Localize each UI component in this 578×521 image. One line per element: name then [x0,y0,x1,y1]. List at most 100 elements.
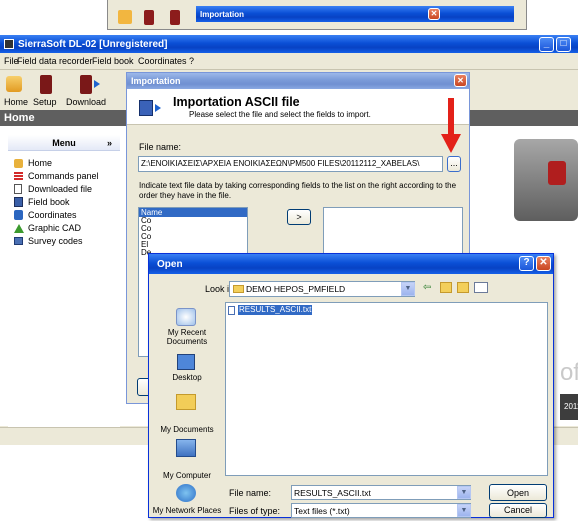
my-documents-icon [176,394,196,410]
open-button[interactable]: Open [489,484,547,501]
browse-button[interactable]: ... [447,156,461,172]
toolbar-setup[interactable]: Setup [33,97,57,107]
book-icon [14,197,23,207]
sidebar-item-coordinates[interactable]: Coordinates [14,209,114,222]
places-bar: My Recent Documents Desktop My Documents… [152,304,222,516]
back-icon[interactable]: ⇦ [423,283,435,293]
maximize-button[interactable]: □ [556,37,571,52]
list-icon [14,172,23,181]
background-window: Importation ✕ [107,0,527,30]
file-name-input[interactable]: RESULTS_ASCII.txt [291,485,471,500]
arrow-head [441,134,461,153]
file-name-dropdown-icon[interactable]: ▼ [457,486,471,499]
place-network-places[interactable]: My Network Places [152,484,222,516]
sidebar-item-home[interactable]: Home [14,157,114,170]
place-label: My Network Places [152,506,222,515]
sidebar-item-survey-codes[interactable]: Survey codes [14,235,114,248]
menu-bar: File Field data recorder Field book Coor… [0,54,578,68]
up-folder-icon[interactable] [440,282,452,293]
help-button[interactable]: ? [519,256,534,271]
open-title: Open [157,258,183,270]
sidebar-item-commands-panel[interactable]: Commands panel [14,170,114,183]
footer-year: 2011 [564,402,578,411]
my-computer-icon [176,439,196,457]
toolbar-home[interactable]: Home [4,97,28,107]
sidebar-title: Menu [52,138,76,148]
download-icon[interactable] [80,75,92,94]
download-icon [170,10,180,25]
list-item[interactable]: Name [139,208,247,217]
home-icon [14,159,23,168]
main-title-bar[interactable]: SierraSoft DL-02 [Unregistered] [0,35,578,53]
recent-documents-icon [176,308,196,326]
file-type-dropdown-icon[interactable]: ▼ [457,504,471,517]
list-item[interactable]: El [139,241,247,249]
sidebar-item-graphic-cad[interactable]: Graphic CAD [14,222,114,235]
place-desktop[interactable]: Desktop [152,352,222,386]
app-icon [4,39,14,49]
place-my-documents[interactable]: My Documents [152,392,222,434]
sidebar-item-label: Survey codes [28,236,83,246]
toolbar-download[interactable]: Download [66,97,106,107]
file-icon [14,184,22,194]
background-title-bar[interactable]: Importation [196,6,514,22]
menu-coordinates[interactable]: Coordinates [138,56,187,66]
menu-field-data-recorder[interactable]: Field data recorder [17,56,93,66]
file-name-label: File name: [229,488,272,498]
cancel-button[interactable]: Cancel [489,503,547,518]
import-title: Importation [131,76,181,86]
file-name: RESULTS_ASCII.txt [238,305,313,315]
red-arrow-annotation [441,98,461,153]
move-right-button[interactable]: > [287,209,311,225]
views-menu-icon[interactable] [474,282,488,293]
minimize-button[interactable]: _ [539,37,554,52]
sidebar-item-label: Downloaded file [28,184,93,194]
sidebar-item-label: Coordinates [28,210,77,220]
device-icon [144,10,154,25]
footer-bar: 2011 [560,394,578,420]
collapse-icon[interactable]: » [107,135,112,151]
new-folder-icon[interactable] [457,282,469,293]
sidebar-item-downloaded-file[interactable]: Downloaded file [14,183,114,196]
file-type-select[interactable]: Text files (*.txt) [291,503,471,518]
coordinates-icon [14,210,23,220]
import-header: Importation ASCII file Please select the… [127,89,469,125]
setup-icon[interactable] [40,75,52,94]
list-item[interactable]: RESULTS_ASCII.txt [228,305,318,316]
home-icon[interactable] [6,76,22,92]
menu-field-book[interactable]: Field book [92,56,134,66]
place-label: My Computer [162,471,211,480]
sidebar-item-label: Graphic CAD [28,223,82,233]
list-item[interactable]: Co [139,233,247,241]
desktop-icon [177,354,195,370]
sidebar-item-label: Home [28,158,53,168]
file-path-field[interactable]: Z:\ΕΝΟΙΚΙΑΣΕΙΣ\ΑΡΧΕΙΑ ΕΝΟΙΚΙΑΣΕΩΝ\PM500 … [138,156,443,172]
open-title-bar[interactable]: Open [149,254,553,274]
table-icon [14,237,23,245]
background-close-button[interactable]: ✕ [428,8,440,20]
place-label: My Documents [160,425,214,434]
menu-help[interactable]: ? [189,56,194,66]
import-close-button[interactable]: ✕ [454,74,467,87]
arrow-right-icon [94,80,100,88]
arrow-right-icon [155,104,161,112]
list-item[interactable]: Co [139,217,247,225]
place-label: Desktop [172,373,202,382]
file-type-label: Files of type: [229,506,281,516]
sidebar-item-field-book[interactable]: Field book [14,196,114,209]
text-file-icon [228,306,235,315]
place-label: My Recent Documents [166,328,208,346]
arrow-shaft [448,98,454,136]
import-title-bar[interactable]: Importation [127,73,469,89]
list-item[interactable]: Co [139,225,247,233]
place-recent-documents[interactable]: My Recent Documents [152,308,222,348]
total-station-image [514,139,578,221]
file-list[interactable]: RESULTS_ASCII.txt [225,302,548,476]
look-in-select[interactable]: DEMO HEPOS_PMFIELD [229,281,415,297]
background-title: Importation [200,9,244,19]
brand-fragment: oft [560,359,578,386]
open-close-button[interactable]: ✕ [536,256,551,271]
main-title: SierraSoft DL-02 [Unregistered] [18,38,168,50]
place-my-computer[interactable]: My Computer [152,439,222,480]
look-in-dropdown-icon[interactable]: ▼ [401,282,415,296]
